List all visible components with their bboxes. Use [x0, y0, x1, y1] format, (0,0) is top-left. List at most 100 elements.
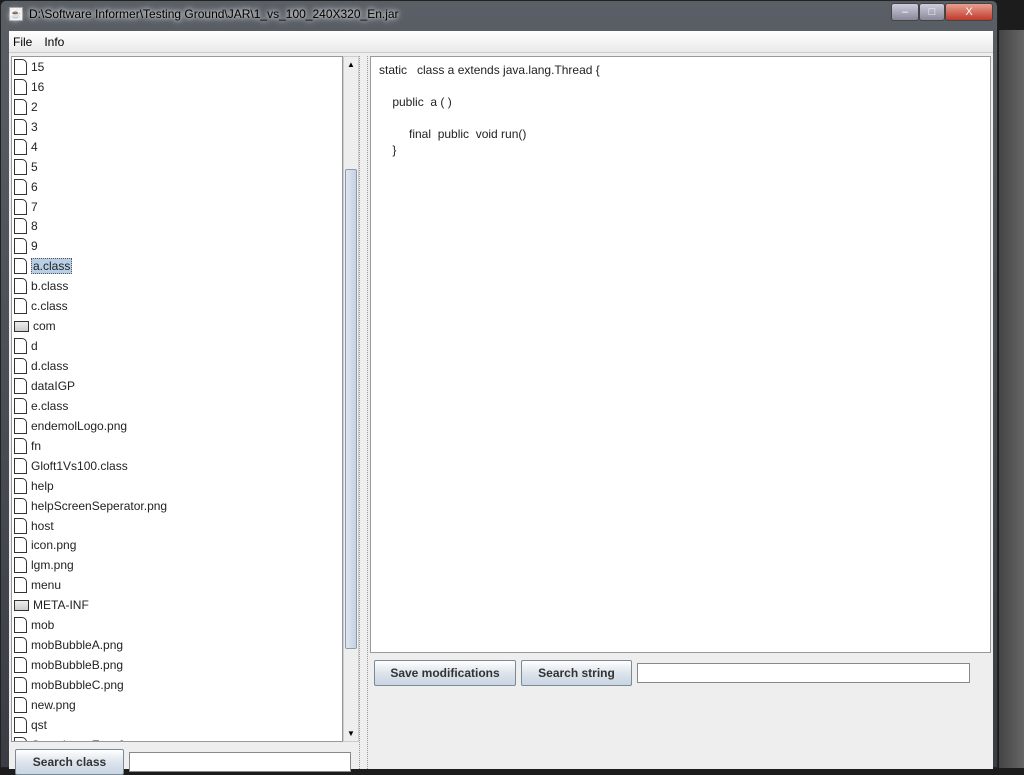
tree-item[interactable]: menu — [12, 575, 342, 595]
file-icon — [14, 397, 27, 414]
tree-item[interactable]: mob — [12, 615, 342, 635]
tree-item[interactable]: mobBubbleB.png — [12, 655, 342, 675]
tree-item[interactable]: 6 — [12, 177, 342, 197]
tree-item[interactable]: fn — [12, 436, 342, 456]
tree-item-label: 15 — [31, 59, 45, 74]
tree-item[interactable]: d — [12, 336, 342, 356]
tree-item[interactable]: META-INF — [12, 595, 342, 615]
tree-item-label: 5 — [31, 159, 38, 174]
tree-item[interactable]: d.class — [12, 356, 342, 376]
tree-item[interactable]: 9 — [12, 236, 342, 256]
split-pane-divider[interactable] — [359, 56, 368, 769]
file-icon — [14, 298, 27, 315]
search-string-button[interactable]: Search string — [521, 660, 632, 686]
scroll-down-icon[interactable]: ▼ — [344, 726, 358, 741]
tree-item-label: helpScreenSeperator.png — [31, 498, 168, 513]
tree-item-label: mobBubbleB.png — [31, 658, 124, 673]
tree-item[interactable]: com — [12, 316, 342, 336]
search-class-button[interactable]: Search class — [15, 749, 124, 775]
tree-item-label: d.class — [31, 359, 69, 374]
file-icon — [14, 457, 27, 474]
close-button[interactable]: X — [945, 3, 993, 21]
file-icon — [14, 557, 27, 574]
folder-icon — [14, 599, 29, 611]
search-string-input[interactable] — [637, 663, 970, 683]
tree-item-label: 3 — [31, 119, 38, 134]
tree-item-label: com — [33, 319, 56, 334]
tree-item[interactable]: host — [12, 516, 342, 536]
tree-item[interactable]: 16 — [12, 77, 342, 97]
tree-item-label: 7 — [31, 199, 38, 214]
tree-item[interactable]: 15 — [12, 57, 342, 77]
tree-item[interactable]: 2 — [12, 97, 342, 117]
tree-item-label: mobBubbleC.png — [31, 678, 124, 693]
file-icon — [14, 218, 27, 235]
menu-info[interactable]: Info — [44, 35, 64, 49]
search-class-input[interactable] — [129, 752, 351, 772]
file-icon — [14, 437, 27, 454]
tree-item[interactable]: qst — [12, 715, 342, 735]
tree-item[interactable]: endemolLogo.png — [12, 416, 342, 436]
save-modifications-button[interactable]: Save modifications — [374, 660, 516, 686]
tree-item-label: endemolLogo.png — [31, 418, 128, 433]
file-icon — [14, 198, 27, 215]
tree-item[interactable]: 7 — [12, 197, 342, 217]
tree-item-label: Gloft1Vs100.class — [31, 458, 128, 473]
tree-item-label: b.class — [31, 279, 69, 294]
tree-item[interactable]: a.class — [12, 256, 342, 276]
tree-item[interactable]: icon.png — [12, 536, 342, 556]
tree-item[interactable]: lgm.png — [12, 555, 342, 575]
tree-item[interactable]: b.class — [12, 276, 342, 296]
tree-item-label: menu — [31, 578, 62, 593]
tree-item[interactable]: mobBubbleA.png — [12, 635, 342, 655]
tree-item[interactable]: help — [12, 476, 342, 496]
file-icon — [14, 417, 27, 434]
tree-item-label: qst — [31, 717, 48, 732]
tree-item[interactable]: dataIGP — [12, 376, 342, 396]
tree-item[interactable]: e.class — [12, 396, 342, 416]
file-icon — [14, 338, 27, 355]
minimize-button[interactable]: – — [891, 3, 919, 21]
tree-scrollbar[interactable]: ▲ ▼ — [343, 56, 359, 742]
tree-item-label: lgm.png — [31, 558, 74, 573]
tree-item[interactable]: 4 — [12, 137, 342, 157]
tree-item[interactable]: 8 — [12, 217, 342, 237]
file-icon — [14, 158, 27, 175]
scroll-up-icon[interactable]: ▲ — [344, 57, 358, 72]
file-icon — [14, 358, 27, 375]
file-icon — [14, 677, 27, 694]
tree-item[interactable]: mobBubbleC.png — [12, 675, 342, 695]
tree-item-label: 6 — [31, 179, 38, 194]
tree-item[interactable]: Gloft1Vs100.class — [12, 456, 342, 476]
file-icon — [14, 537, 27, 554]
tree-item[interactable]: 3 — [12, 117, 342, 137]
maximize-button[interactable]: □ — [919, 3, 945, 21]
code-editor[interactable]: static class a extends java.lang.Thread … — [370, 56, 991, 653]
tree-item-label: fn — [31, 438, 42, 453]
tree-item-label: META-INF — [33, 598, 89, 613]
tree-item[interactable]: c.class — [12, 296, 342, 316]
tree-item[interactable]: helpScreenSeperator.png — [12, 496, 342, 516]
file-tree[interactable]: 15 16 2 3 4 5 6 7 8 9 a.class b.class c.class com d d.c… — [11, 56, 343, 742]
file-icon — [14, 178, 27, 195]
window-title: D:\Software Informer\Testing Ground\JAR\… — [29, 7, 399, 21]
file-icon — [14, 617, 27, 634]
tree-item-label: mob — [31, 618, 55, 633]
tree-item[interactable]: Questions_Easy0.str — [12, 735, 342, 741]
file-icon — [14, 118, 27, 135]
file-icon — [14, 577, 27, 594]
tree-item-label: e.class — [31, 398, 69, 413]
tree-item[interactable]: new.png — [12, 695, 342, 715]
tree-item-label: host — [31, 518, 54, 533]
tree-item-label: d — [31, 339, 38, 354]
tree-item-label: a.class — [31, 258, 73, 275]
tree-item-label: 9 — [31, 239, 38, 254]
menu-file[interactable]: File — [13, 35, 32, 49]
scroll-thumb[interactable] — [345, 169, 357, 649]
file-icon — [14, 637, 27, 654]
tree-item-label: icon.png — [31, 538, 77, 553]
menu-bar: File Info — [9, 31, 993, 53]
file-icon — [14, 716, 27, 733]
tree-item[interactable]: 5 — [12, 157, 342, 177]
tree-item-label: c.class — [31, 299, 68, 314]
